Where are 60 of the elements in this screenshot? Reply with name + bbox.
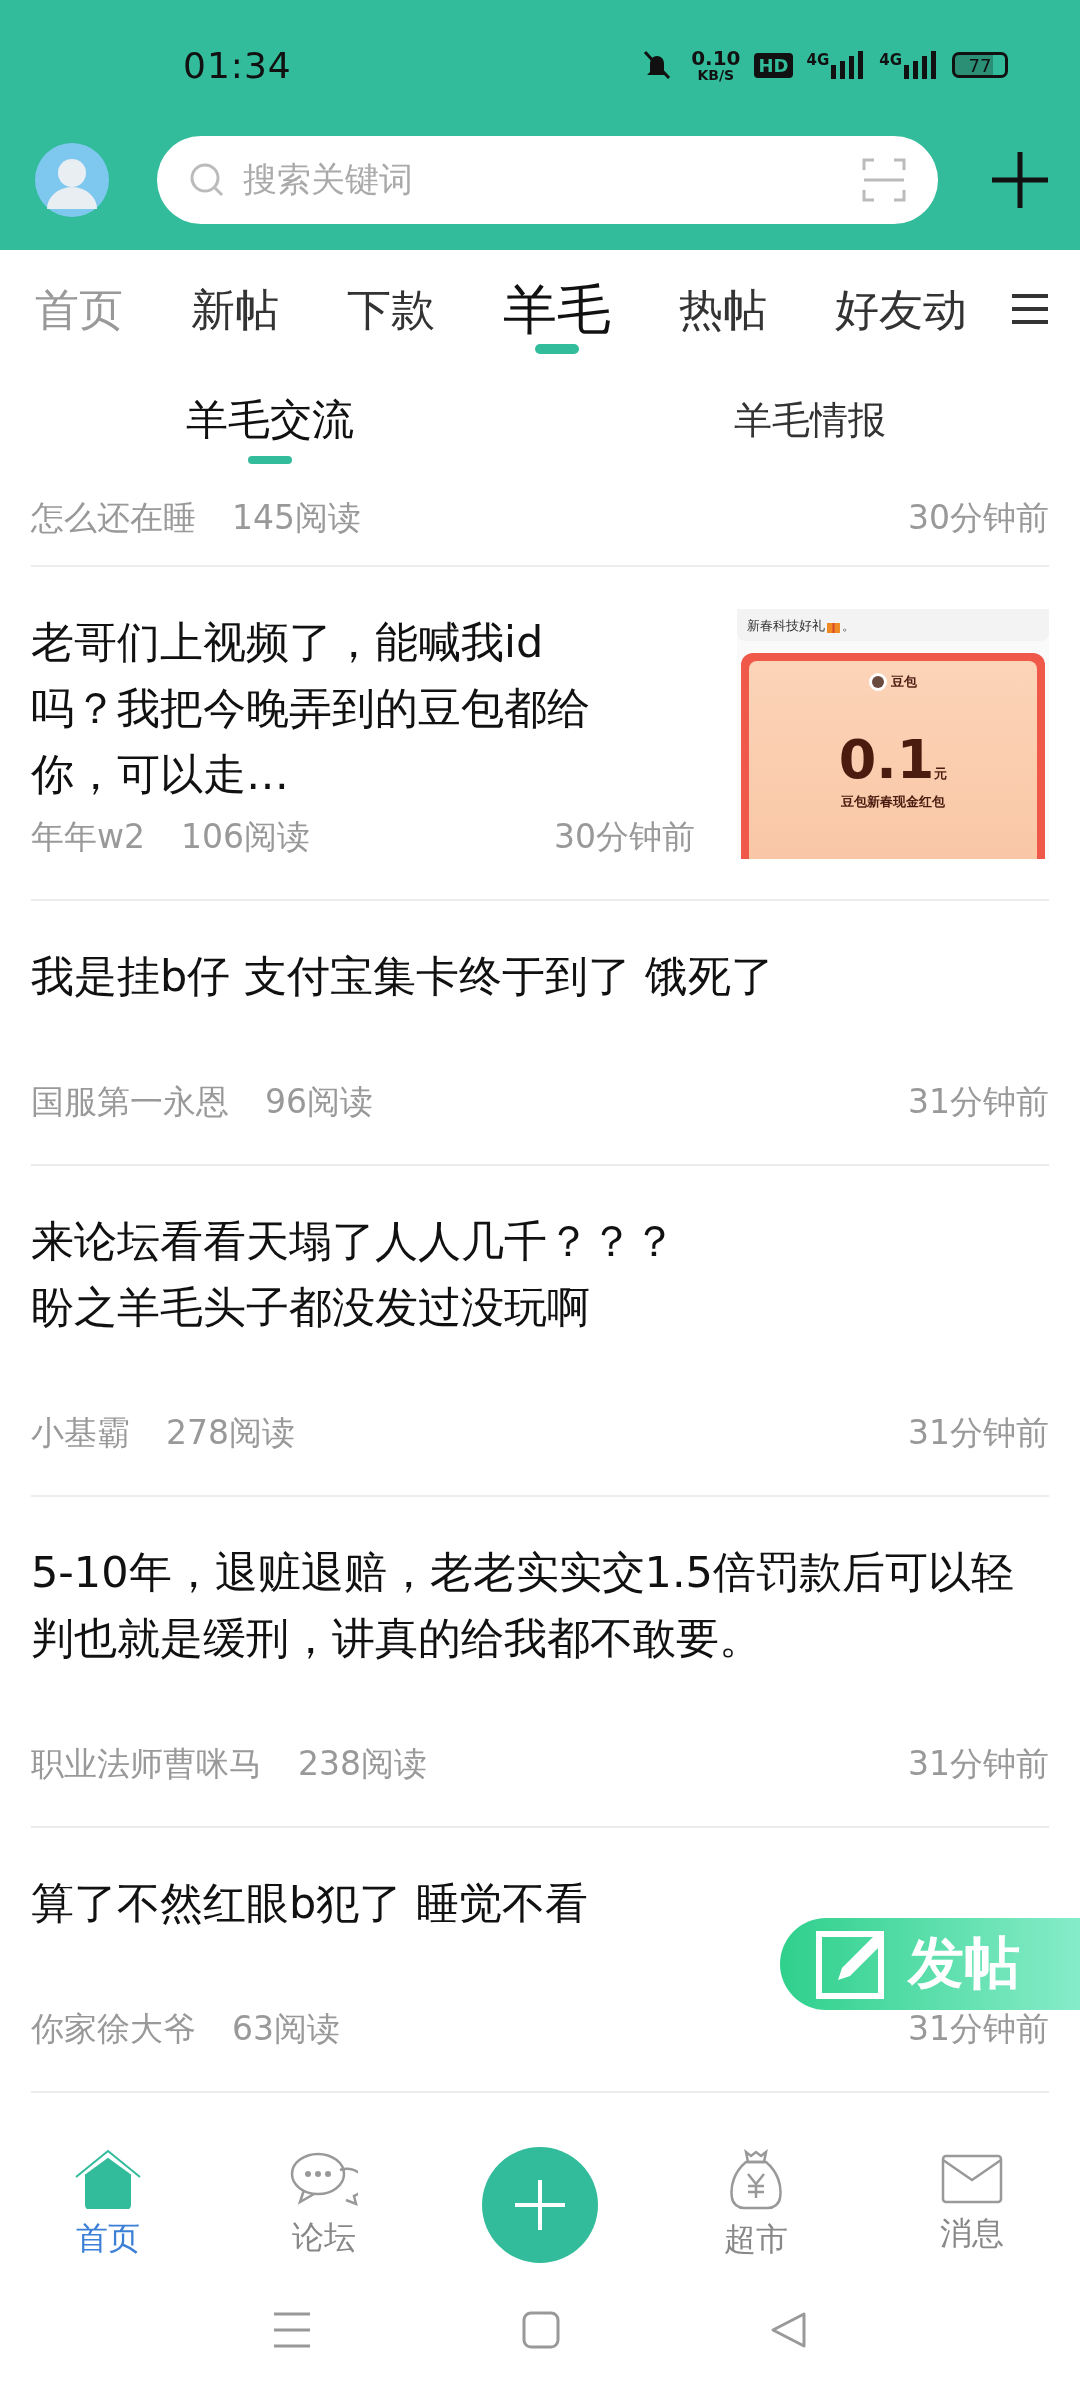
hd-badge: HD bbox=[754, 52, 793, 78]
post-title[interactable]: 5-10年，退赃退赔，老老实实交1.5倍罚款后可以轻判也就是缓刑，讲真的给我都不敢要。 bbox=[31, 1539, 1049, 1671]
search-icon bbox=[189, 162, 225, 198]
home-square-icon[interactable] bbox=[522, 2311, 560, 2349]
search-placeholder: 搜索关键词 bbox=[243, 158, 414, 201]
post-time: 31分钟前 bbox=[908, 1412, 1049, 1454]
network-type: 4G bbox=[806, 51, 830, 69]
envelope-icon bbox=[941, 2154, 1003, 2204]
read-count: 145阅读 bbox=[232, 497, 361, 539]
post-time: 31分钟前 bbox=[908, 1743, 1049, 1785]
scan-icon[interactable] bbox=[862, 158, 906, 202]
sub-tab[interactable]: 羊毛交流 bbox=[0, 370, 540, 470]
currency-unit: 元 bbox=[934, 766, 948, 783]
speed-unit: KB/S bbox=[697, 68, 735, 82]
battery-level: 77 bbox=[952, 52, 1008, 78]
plus-icon bbox=[513, 2178, 567, 2232]
post-time: 31分钟前 bbox=[908, 2008, 1049, 2050]
network-speed: 0.10 bbox=[691, 48, 741, 68]
nav-tab[interactable]: 首页 bbox=[0, 2120, 216, 2290]
caption-text: 。 bbox=[842, 617, 855, 635]
post-title[interactable]: 盼之羊毛头子都没发过没玩啊 bbox=[31, 1274, 1049, 1340]
nav-tab[interactable]: 超市 bbox=[648, 2120, 864, 2290]
post-time: 30分钟前 bbox=[554, 816, 695, 858]
post-title[interactable]: 我是挂b仔 支付宝集卡终于到了 饿死了 bbox=[31, 943, 1049, 1009]
post-time: 31分钟前 bbox=[908, 1081, 1049, 1123]
tab-indicator bbox=[535, 344, 579, 354]
post-thumbnail[interactable]: 新春科技好礼 。 豆包 0.1元 豆包新春现金红包 bbox=[737, 609, 1049, 859]
network-type: 4G bbox=[879, 51, 902, 69]
chat-bubbles-icon bbox=[290, 2150, 358, 2208]
add-icon[interactable] bbox=[990, 150, 1050, 210]
post-title[interactable]: 老哥们上视频了，能喊我id吗？我把今晚弄到的豆包都给你，可以走… bbox=[31, 609, 695, 807]
category-tab[interactable]: 下款 bbox=[347, 250, 435, 370]
category-tab[interactable]: 羊毛 bbox=[503, 250, 611, 370]
category-tab[interactable]: 热帖 bbox=[679, 250, 767, 370]
post-title[interactable]: 来论坛看看天塌了人人几千？？？ bbox=[31, 1208, 1049, 1274]
read-count: 63阅读 bbox=[232, 2008, 340, 2050]
signal-icon bbox=[831, 51, 866, 79]
nav-tab[interactable]: 论坛 bbox=[216, 2120, 432, 2290]
caption-text: 新春科技好礼 bbox=[747, 617, 825, 635]
read-count: 278阅读 bbox=[166, 1412, 295, 1454]
sub-tab[interactable]: 羊毛情报 bbox=[540, 370, 1080, 470]
signal-icon bbox=[904, 51, 938, 79]
tab-indicator bbox=[248, 456, 292, 464]
avatar[interactable] bbox=[35, 143, 109, 217]
read-count: 96阅读 bbox=[265, 1081, 373, 1123]
home-icon bbox=[74, 2149, 142, 2209]
brand-name: 豆包 bbox=[891, 673, 917, 691]
back-icon[interactable] bbox=[770, 2311, 808, 2349]
menu-icon[interactable] bbox=[1010, 292, 1050, 326]
amount-value: 0.1 bbox=[838, 733, 935, 787]
clock-time: 01:34 bbox=[183, 44, 292, 86]
read-count: 238阅读 bbox=[298, 1743, 427, 1785]
nav-tab[interactable]: 消息 bbox=[864, 2120, 1080, 2290]
read-count: 106阅读 bbox=[181, 816, 310, 858]
avatar-icon bbox=[869, 673, 887, 691]
money-bag-icon bbox=[728, 2148, 784, 2210]
post-time: 30分钟前 bbox=[908, 497, 1049, 539]
category-tab[interactable]: 新帖 bbox=[191, 250, 279, 370]
category-tab[interactable]: 好友动 bbox=[835, 250, 967, 370]
envelope-label: 豆包新春现金红包 bbox=[841, 793, 945, 811]
